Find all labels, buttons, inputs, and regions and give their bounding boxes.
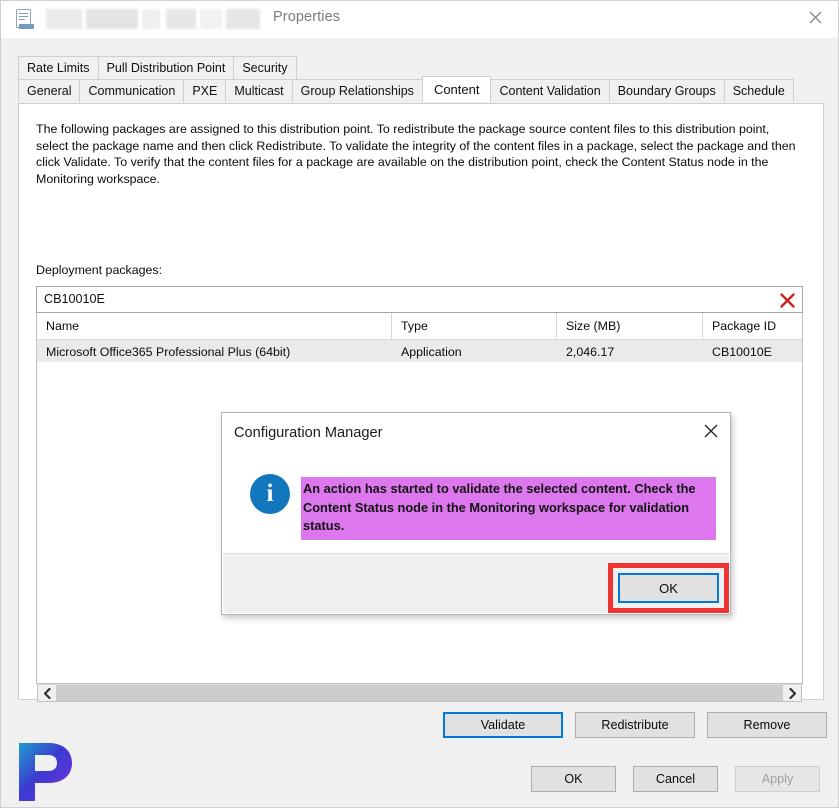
- dialog-close-button[interactable]: [696, 417, 726, 445]
- close-icon: [809, 11, 821, 23]
- apply-button: Apply: [735, 766, 820, 792]
- dialog-footer-buttons: OK Cancel Apply: [531, 766, 831, 794]
- tab-strip: Rate Limits Pull Distribution Point Secu…: [18, 56, 824, 104]
- properties-window: Properties Rate Limits Pull Distribution…: [0, 0, 839, 808]
- info-glyph: i: [266, 479, 274, 507]
- cell-package-id: CB10010E: [712, 344, 772, 359]
- tab-row-upper: Rate Limits Pull Distribution Point Secu…: [18, 56, 297, 79]
- cell-type: Application: [401, 344, 462, 359]
- tab-multicast[interactable]: Multicast: [225, 79, 293, 102]
- tab-rate-limits[interactable]: Rate Limits: [18, 56, 99, 79]
- cell-size: 2,046.17: [566, 344, 615, 359]
- cell-name: Microsoft Office365 Professional Plus (6…: [46, 344, 291, 359]
- package-search-input[interactable]: CB10010E: [36, 286, 803, 313]
- content-description: The following packages are assigned to t…: [36, 122, 796, 186]
- watermark-logo: [9, 739, 81, 805]
- chevron-right-icon: [788, 687, 796, 699]
- scrollbar-thumb[interactable]: [56, 685, 783, 701]
- tab-row-lower: General Communication PXE Multicast Grou…: [18, 76, 794, 102]
- column-header-size[interactable]: Size (MB): [557, 313, 703, 339]
- ok-button[interactable]: OK: [531, 766, 616, 792]
- remove-button[interactable]: Remove: [707, 712, 827, 738]
- horizontal-scrollbar[interactable]: [37, 684, 802, 702]
- tab-pull-distribution-point[interactable]: Pull Distribution Point: [97, 56, 235, 79]
- deployment-packages-label: Deployment packages:: [36, 263, 163, 277]
- scroll-right-icon[interactable]: [783, 685, 801, 701]
- tab-general[interactable]: General: [18, 79, 81, 102]
- tab-group-relationships[interactable]: Group Relationships: [291, 79, 423, 102]
- table-header-row: Name Type Size (MB) Package ID: [37, 313, 802, 340]
- dialog-message: An action has started to validate the se…: [301, 477, 716, 540]
- column-header-name[interactable]: Name: [37, 313, 392, 339]
- column-header-package-id[interactable]: Package ID: [703, 313, 802, 339]
- tab-security[interactable]: Security: [233, 56, 297, 79]
- info-circle-icon: i: [250, 474, 290, 514]
- ok-button-annotation-highlight: OK: [608, 563, 729, 613]
- window-close-button[interactable]: [792, 1, 838, 33]
- table-row[interactable]: Microsoft Office365 Professional Plus (6…: [37, 340, 802, 363]
- tab-boundary-groups[interactable]: Boundary Groups: [608, 79, 725, 102]
- tab-schedule[interactable]: Schedule: [723, 79, 794, 102]
- tab-content[interactable]: Content: [421, 76, 492, 102]
- package-search-value: CB10010E: [44, 292, 105, 306]
- letter-p-logo-icon: [19, 743, 72, 801]
- redistribute-button[interactable]: Redistribute: [575, 712, 695, 738]
- tab-content-validation[interactable]: Content Validation: [490, 79, 610, 102]
- scroll-left-icon[interactable]: [38, 685, 56, 701]
- dialog-title: Configuration Manager: [234, 425, 383, 441]
- packages-table: Name Type Size (MB) Package ID Microsoft…: [36, 313, 803, 364]
- redacted-server-name: [46, 9, 261, 29]
- cancel-button[interactable]: Cancel: [633, 766, 718, 792]
- x-mark-icon: [779, 292, 795, 308]
- close-icon: [704, 424, 718, 438]
- column-header-type[interactable]: Type: [392, 313, 557, 339]
- content-action-buttons: Validate Redistribute Remove: [419, 712, 827, 740]
- configuration-manager-dialog: Configuration Manager i An action has st…: [221, 412, 731, 615]
- tab-pxe[interactable]: PXE: [183, 79, 227, 102]
- validate-button[interactable]: Validate: [443, 712, 563, 738]
- window-titlebar: Properties: [1, 1, 838, 38]
- properties-document-icon: [15, 9, 36, 30]
- red-x-clear-icon[interactable]: [776, 289, 798, 311]
- tab-communication[interactable]: Communication: [79, 79, 185, 102]
- dialog-footer: OK: [223, 553, 729, 613]
- chevron-left-icon: [43, 687, 51, 699]
- dialog-ok-button[interactable]: OK: [618, 573, 719, 603]
- window-title: Properties: [273, 9, 341, 25]
